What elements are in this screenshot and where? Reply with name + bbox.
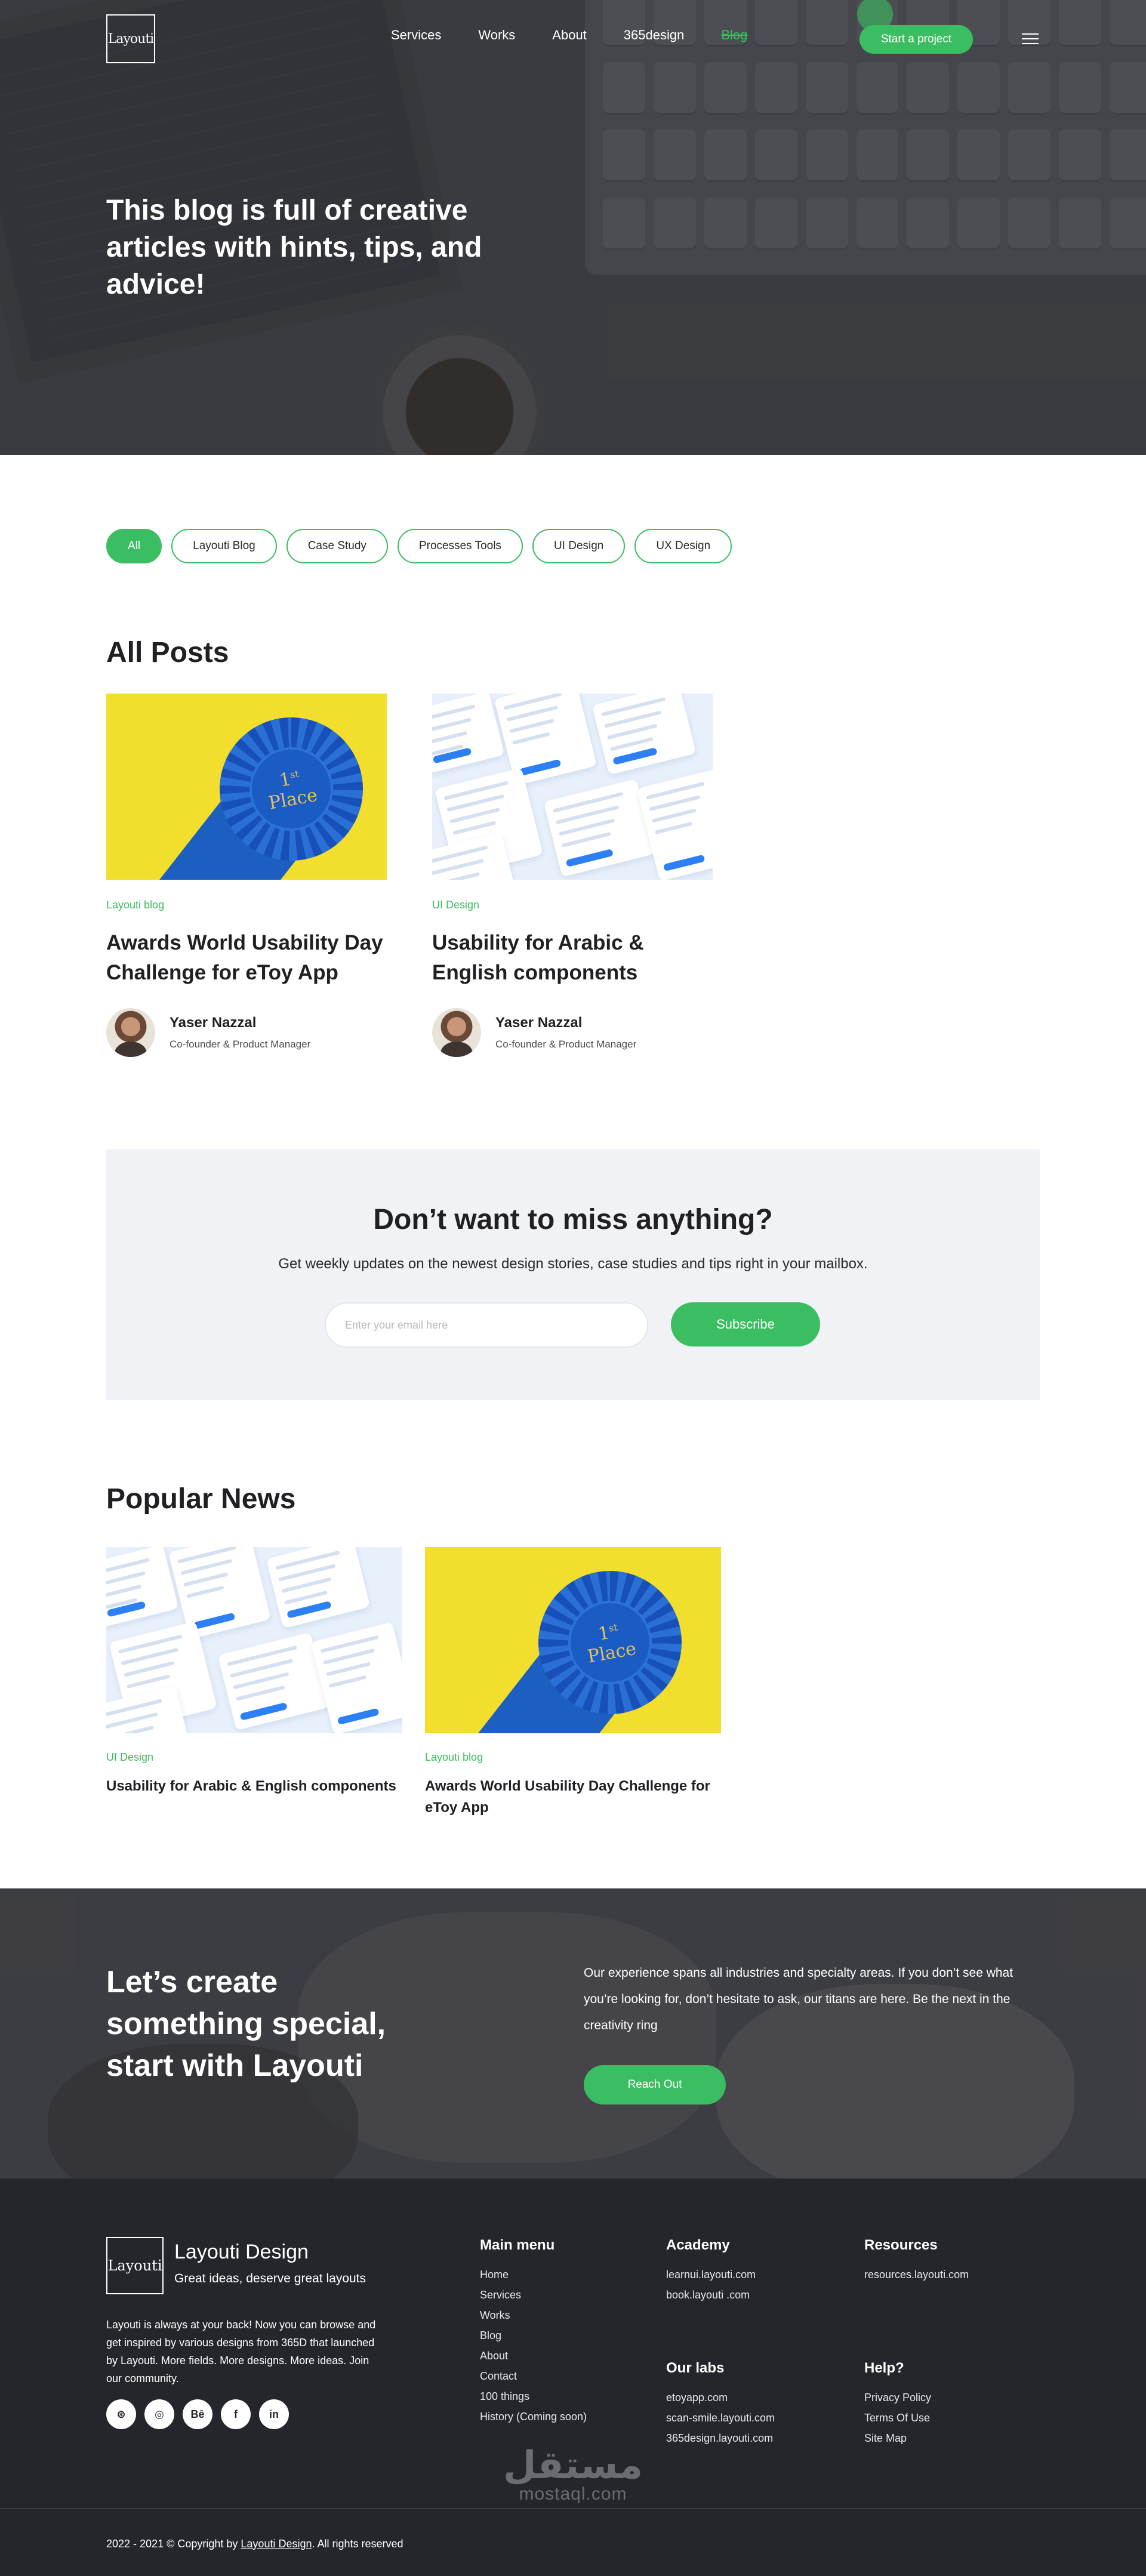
layouti-logo[interactable]: Layouti (106, 14, 155, 63)
post-author: Yaser Nazzal Co-founder & Product Manager (106, 1008, 387, 1057)
linkedin-icon[interactable]: in (259, 2399, 289, 2429)
footer-link-etoyapp-com[interactable]: etoyapp.com (666, 2387, 775, 2408)
avatar (432, 1008, 481, 1057)
footer-description: Layouti is always at your back! Now you … (106, 2319, 376, 2384)
resources-heading: Resources (864, 2237, 938, 2253)
footer-link-privacy-policy[interactable]: Privacy Policy (864, 2387, 931, 2408)
footer-brand: Layouti Design (174, 2241, 309, 2263)
post-title[interactable]: Awards World Usability Day Challenge for… (425, 1776, 721, 1819)
nav-link-works[interactable]: Works (478, 27, 515, 43)
post-title[interactable]: Awards World Usability Day Challenge for… (106, 928, 387, 988)
post-category[interactable]: UI Design (106, 1751, 402, 1764)
reach-out-button[interactable]: Reach Out (584, 2065, 726, 2104)
footer-divider (0, 2508, 1146, 2509)
social-links: ⊛ ◎ Bē f in (106, 2399, 297, 2429)
cta-text: Our experience spans all industries and … (584, 1966, 1013, 2032)
popular-card[interactable]: 1st Place Layouti blog Awards World Usabili… (425, 1547, 721, 1819)
post-card[interactable]: UI Design Usability for Arabic & English … (432, 694, 713, 1057)
filter-chip-ux-design[interactable]: UX Design (634, 529, 732, 563)
newsletter-subtitle: Get weekly updates on the newest design … (278, 1256, 868, 1272)
main-menu-heading: Main menu (480, 2237, 555, 2253)
copyright: 2022 - 2021 © Copyright by Layouti Desig… (106, 2538, 403, 2550)
footer-link-learnui-layouti-com[interactable]: learnui.layouti.com (666, 2264, 756, 2285)
footer-logo[interactable]: Layouti (106, 2237, 164, 2294)
footer-link-book-layouti-com[interactable]: book.layouti .com (666, 2285, 756, 2305)
filter-chip-case-study[interactable]: Case Study (286, 529, 388, 563)
footer-link-about[interactable]: About (480, 2346, 587, 2366)
footer-link-blog[interactable]: Blog (480, 2325, 587, 2346)
filter-chip-layouti-blog[interactable]: Layouti Blog (171, 529, 277, 563)
dribbble-icon[interactable]: ⊛ (106, 2399, 136, 2429)
footer-link-home[interactable]: Home (480, 2264, 587, 2285)
footer-link-history-coming-soon[interactable]: History (Coming soon) (480, 2406, 587, 2427)
start-project-button[interactable]: Start a project (860, 25, 973, 54)
rosette-award-image[interactable]: 1st Place (425, 1547, 721, 1733)
footer-academy: Academy learnui.layouti.com book.layouti … (666, 2237, 756, 2305)
hamburger-menu-icon[interactable] (1022, 33, 1039, 45)
footer-link-services[interactable]: Services (480, 2285, 587, 2305)
academy-heading: Academy (666, 2237, 730, 2253)
hero-section: Layouti Services Works About 365design Blog … (0, 0, 1146, 455)
footer-link-resources-layouti-com[interactable]: resources.layouti.com (864, 2264, 969, 2285)
newsletter-title: Don’t want to miss anything? (373, 1204, 773, 1235)
author-name: Yaser Nazzal (495, 1015, 583, 1031)
subscribe-button[interactable]: Subscribe (671, 1302, 820, 1346)
footer-link-site-map[interactable]: Site Map (864, 2428, 931, 2448)
behance-icon[interactable]: Bē (183, 2399, 212, 2429)
top-navigation: Layouti Services Works About 365design Blog … (106, 0, 1040, 63)
copyright-link[interactable]: Layouti Design (241, 2538, 312, 2550)
instagram-icon[interactable]: ◎ (144, 2399, 174, 2429)
footer-link-scan-smile-layouti-com[interactable]: scan-smile.layouti.com (666, 2408, 775, 2428)
ui-components-image[interactable] (432, 694, 713, 880)
post-card[interactable]: 1st Place Layouti blog Awards World Usabili… (106, 694, 387, 1057)
labs-heading: Our labs (666, 2360, 725, 2376)
hero-title: This blog is full of creative articles w… (106, 195, 482, 300)
facebook-icon[interactable]: f (221, 2399, 251, 2429)
nav-links: Services Works About 365design Blog (391, 27, 784, 43)
footer-link-terms-of-use[interactable]: Terms Of Use (864, 2408, 931, 2428)
nav-link-365design[interactable]: 365design (624, 27, 685, 43)
footer-resources: Resources resources.layouti.com (864, 2237, 969, 2285)
logo-text: Layouti (107, 31, 154, 47)
post-author: Yaser Nazzal Co-founder & Product Manager (432, 1008, 713, 1057)
mostaql-watermark: مستقل mostaql.com (503, 2443, 643, 2504)
footer-tagline: Great ideas, deserve great layouts (174, 2272, 366, 2285)
post-title[interactable]: Usability for Arabic & English component… (106, 1776, 402, 1797)
footer: Layouti Layouti Design Great ideas, dese… (0, 2178, 1146, 2576)
avatar (106, 1008, 155, 1057)
nav-link-services[interactable]: Services (391, 27, 441, 43)
footer-logo-text: Layouti (107, 2257, 162, 2274)
category-filters: All Layouti Blog Case Study Processes Tools… (106, 529, 741, 563)
ui-components-image[interactable] (106, 1547, 402, 1733)
nav-link-blog[interactable]: Blog (721, 27, 747, 43)
filter-chip-processes-tools[interactable]: Processes Tools (397, 529, 523, 563)
popular-news-heading: Popular News (106, 1483, 296, 1515)
footer-link-works[interactable]: Works (480, 2305, 587, 2325)
post-category[interactable]: Layouti blog (425, 1751, 721, 1764)
cta-section: Let’s create something special, start wi… (0, 1888, 1146, 2178)
footer-help: Help? Privacy Policy Terms Of Use Site Map (864, 2360, 931, 2448)
popular-card[interactable]: UI Design Usability for Arabic & English … (106, 1547, 402, 1797)
footer-link-contact[interactable]: Contact (480, 2366, 587, 2386)
author-name: Yaser Nazzal (170, 1015, 257, 1031)
author-role: Co-founder & Product Manager (170, 1039, 311, 1050)
filter-chip-all[interactable]: All (106, 529, 162, 563)
author-role: Co-founder & Product Manager (495, 1039, 637, 1050)
filter-chip-ui-design[interactable]: UI Design (532, 529, 626, 563)
post-title[interactable]: Usability for Arabic & English component… (432, 928, 713, 988)
footer-labs: Our labs etoyapp.com scan-smile.layouti.c… (666, 2360, 775, 2448)
footer-main-menu: Main menu Home Services Works Blog About Cont… (480, 2237, 587, 2427)
footer-link-100-things[interactable]: 100 things (480, 2386, 587, 2406)
footer-link-365design-layouti-com[interactable]: 365design.layouti.com (666, 2428, 775, 2448)
post-category[interactable]: UI Design (432, 899, 713, 911)
post-category[interactable]: Layouti blog (106, 899, 387, 911)
help-heading: Help? (864, 2360, 904, 2376)
nav-link-about[interactable]: About (552, 27, 587, 43)
all-posts-heading: All Posts (106, 637, 229, 668)
email-input[interactable] (325, 1302, 648, 1348)
newsletter-section: Don’t want to miss anything? Get weekly … (106, 1150, 1040, 1400)
rosette-award-image[interactable]: 1st Place (106, 694, 387, 880)
cta-title: Let’s create something special, start wi… (106, 1965, 386, 2083)
